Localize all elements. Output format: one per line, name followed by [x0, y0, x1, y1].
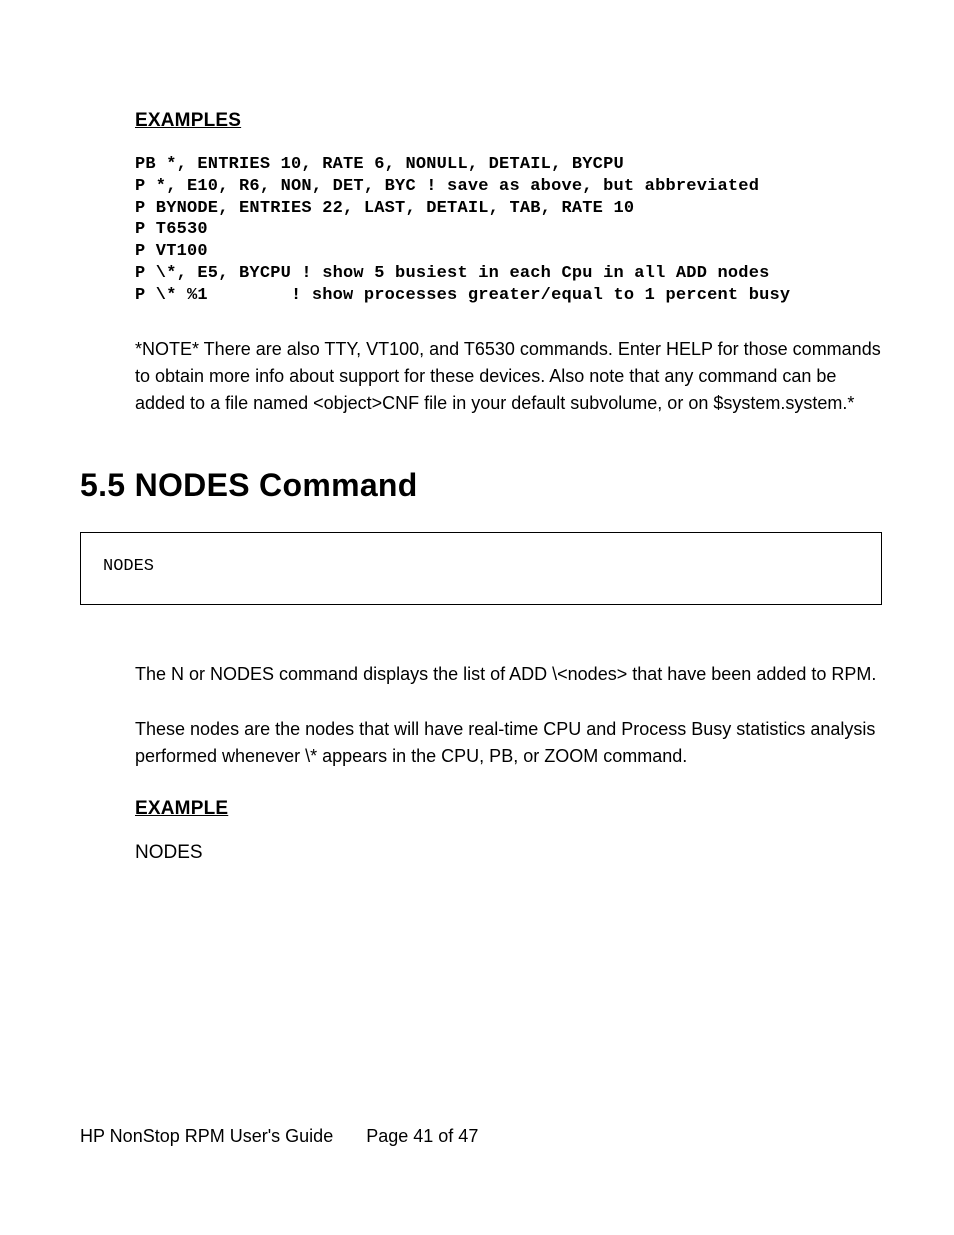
- examples-heading: EXAMPLES: [135, 110, 884, 132]
- page-footer: HP NonStop RPM User's Guide Page 41 of 4…: [80, 1126, 478, 1147]
- body-paragraph-2: These nodes are the nodes that will have…: [135, 716, 884, 770]
- footer-page-number: Page 41 of 47: [366, 1126, 478, 1147]
- document-page: EXAMPLES PB *, ENTRIES 10, RATE 6, NONUL…: [0, 0, 954, 864]
- example-heading: EXAMPLE: [135, 798, 884, 820]
- syntax-text: NODES: [103, 557, 154, 576]
- footer-guide-title: HP NonStop RPM User's Guide: [80, 1126, 333, 1147]
- note-paragraph: *NOTE* There are also TTY, VT100, and T6…: [135, 336, 884, 417]
- body-paragraph-1: The N or NODES command displays the list…: [135, 661, 884, 688]
- section-heading: 5.5 NODES Command: [80, 467, 884, 504]
- syntax-box: NODES: [80, 532, 882, 605]
- code-examples-block: PB *, ENTRIES 10, RATE 6, NONULL, DETAIL…: [135, 154, 884, 306]
- example-command: NODES: [135, 842, 884, 864]
